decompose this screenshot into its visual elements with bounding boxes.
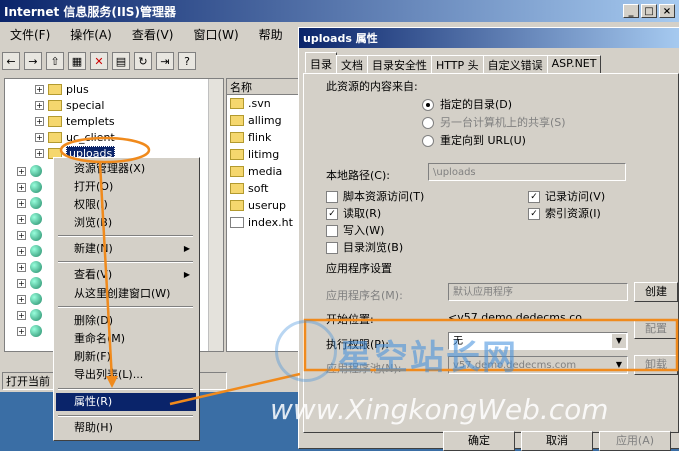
annotation-overlay <box>59 136 679 406</box>
annotation-arrow-down <box>98 162 114 381</box>
watermark-logo-icon <box>275 320 337 382</box>
watermark-brand: 星空站长网 <box>338 338 518 378</box>
watermark-url: www.XingkongWeb.com <box>270 393 609 426</box>
arrow-head-icon <box>106 376 118 388</box>
uploads-highlight-ellipse <box>59 136 151 164</box>
